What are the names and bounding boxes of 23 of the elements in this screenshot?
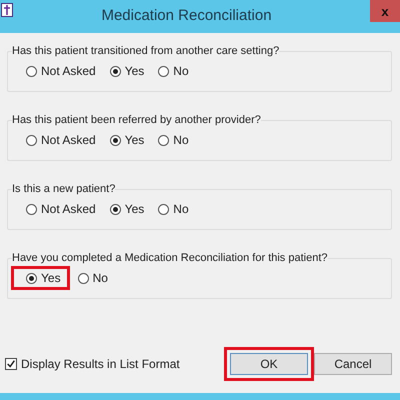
cross-icon (1, 3, 13, 17)
question-label: Has this patient been referred by another provider? (12, 114, 261, 126)
dialog-button[interactable]: Cancel (314, 353, 392, 375)
question-label: Is this a new patient? (12, 183, 116, 195)
radio-button[interactable]: No (78, 271, 108, 285)
window-title: Medication Reconciliation (100, 7, 273, 24)
radio-button[interactable]: Yes (110, 133, 144, 147)
check-icon (6, 359, 16, 369)
radio-button[interactable]: No (158, 133, 189, 147)
radio-button[interactable]: Yes (110, 64, 144, 78)
checkbox[interactable] (5, 358, 17, 370)
radio-button[interactable]: Yes (26, 271, 61, 285)
question-label: Has this patient transitioned from another care setting? (12, 45, 280, 57)
question-label: Have you completed a Medication Reconciliation for this patient? (12, 252, 328, 264)
radio-button[interactable]: No (158, 64, 189, 78)
radio-button[interactable]: Not Asked (26, 202, 96, 216)
radio-button[interactable]: Not Asked (26, 133, 96, 147)
close-button[interactable]: x (370, 0, 400, 22)
radio-button[interactable]: Not Asked (26, 64, 96, 78)
radio-button[interactable]: Yes (110, 202, 144, 216)
radio-button[interactable]: No (158, 202, 189, 216)
dialog-button[interactable]: OK (230, 353, 308, 375)
checkbox-label[interactable]: Display Results in List Format (21, 357, 180, 371)
